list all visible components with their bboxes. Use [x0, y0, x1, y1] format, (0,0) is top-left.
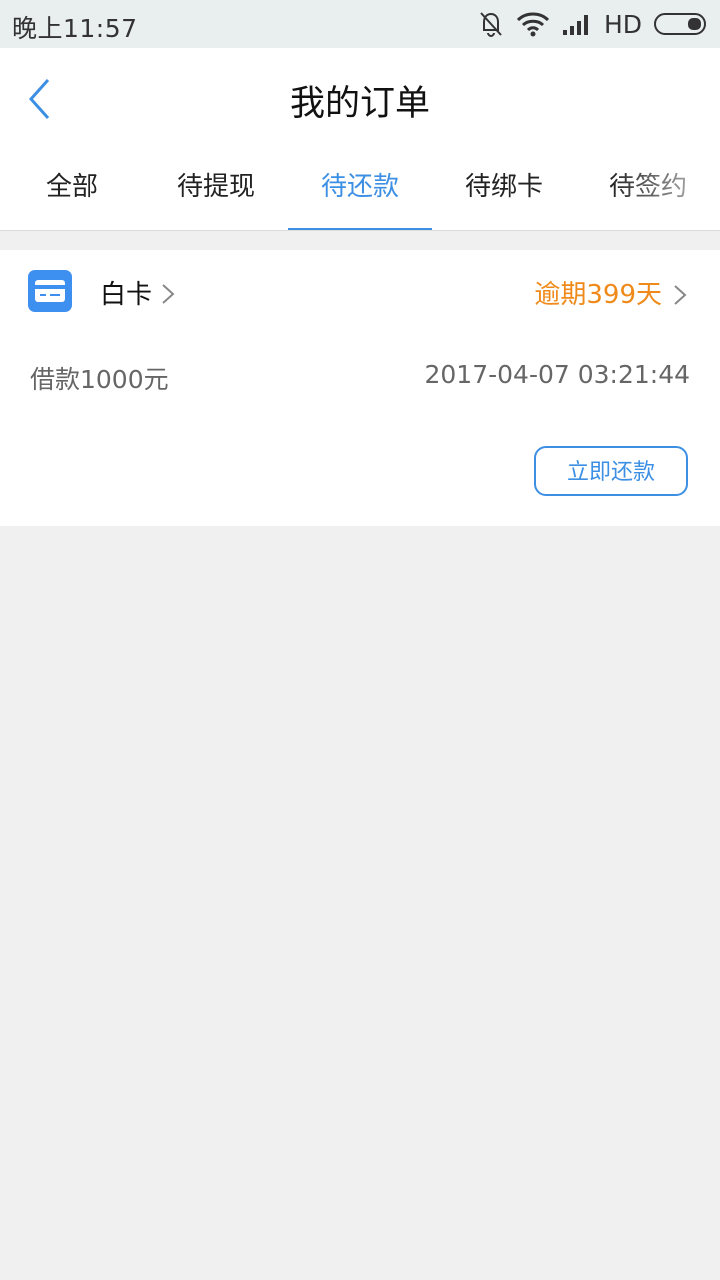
signal-icon — [562, 12, 592, 36]
chevron-right-icon — [162, 284, 175, 304]
wifi-icon — [516, 11, 550, 37]
tab-all[interactable]: 全部 — [0, 150, 144, 230]
order-tabs: 全部 待提现 待还款 待绑卡 待签约 — [0, 150, 720, 231]
order-datetime: 2017-04-07 03:21:44 — [424, 360, 690, 389]
status-time: 晚上11:57 — [12, 14, 138, 43]
header-bar: 我的订单 — [0, 48, 720, 150]
product-name-link[interactable]: 白卡 — [100, 274, 152, 311]
repay-now-button[interactable]: 立即还款 — [534, 446, 688, 496]
loan-amount: 借款1000元 — [30, 365, 169, 394]
tab-pending-card-binding[interactable]: 待绑卡 — [432, 150, 576, 230]
tab-pending-signing[interactable]: 待签约 — [576, 150, 720, 230]
network-type-label: HD — [603, 9, 642, 39]
tab-pending-withdrawal[interactable]: 待提现 — [144, 150, 288, 230]
page-title: 我的订单 — [289, 84, 430, 124]
status-icons: HD — [478, 8, 708, 40]
active-tab-indicator — [288, 228, 432, 230]
status-bar: 晚上11:57 HD — [0, 0, 720, 48]
chevron-right-icon — [674, 285, 687, 305]
overdue-status-link[interactable]: 逾期399天 — [534, 274, 662, 311]
mute-bell-icon — [478, 10, 504, 38]
tab-pending-repayment[interactable]: 待还款 — [288, 150, 432, 230]
battery-icon — [654, 13, 708, 35]
card-icon — [28, 270, 72, 312]
order-card: 白卡 逾期399天 借款1000元 2017-04-07 03:21:44 立即… — [0, 250, 720, 526]
